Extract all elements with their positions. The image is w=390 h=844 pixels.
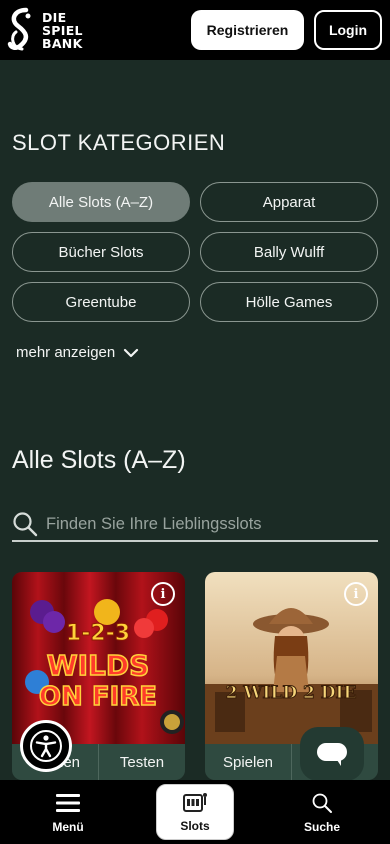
chat-icon [317,743,347,766]
show-more-label: mehr anzeigen [16,344,116,361]
demo-button[interactable]: Testen [98,744,185,780]
search-bar [12,508,378,542]
logo-line-1: DIE [42,9,67,25]
nav-slots[interactable]: Slots [156,784,234,840]
slot-machine-icon [183,793,207,812]
logo[interactable]: DIE SPIEL BANK [6,6,83,54]
category-title: SLOT KATEGORIEN [12,130,226,155]
bottom-nav: Menü Slots Suche [0,780,390,844]
game-title-art: 2 WILD 2 DIE [226,683,357,703]
logo-mark-icon [7,7,31,51]
chat-button[interactable] [300,727,364,781]
logo-line-2: SPIEL [42,22,83,38]
info-icon[interactable]: i [344,582,368,606]
logo-text: DIE SPIEL BANK [42,11,83,50]
svg-text:ON FIRE: ON FIRE [39,682,157,712]
category-pill-bally-wulff[interactable]: Bally Wulff [200,232,378,272]
nav-label: Slots [180,819,210,833]
svg-text:1-2-3: 1-2-3 [66,621,130,646]
nav-menu[interactable]: Menü [29,784,107,840]
svg-text:WILDS: WILDS [47,649,150,682]
slots-section-title: Alle Slots (A–Z) [12,446,186,474]
nav-label: Menü [52,820,84,834]
search-icon [312,793,332,813]
category-pill-buecher-slots[interactable]: Bücher Slots [12,232,190,272]
hamburger-icon [56,794,80,812]
category-pill-hoelle-games[interactable]: Hölle Games [200,282,378,322]
accessibility-button[interactable] [20,720,72,772]
category-pill-all-slots[interactable]: Alle Slots (A–Z) [12,182,190,222]
logo-line-3: BANK [42,35,83,51]
search-icon [13,512,38,537]
search-input[interactable] [46,509,378,539]
show-more-toggle[interactable]: mehr anzeigen [16,344,139,361]
category-pill-apparat[interactable]: Apparat [200,182,378,222]
accessibility-icon [30,730,62,762]
login-button[interactable]: Login [314,10,382,50]
info-icon[interactable]: i [151,582,175,606]
category-pill-greentube[interactable]: Greentube [12,282,190,322]
nav-label: Suche [303,820,340,834]
register-button[interactable]: Registrieren [191,10,304,50]
chevron-down-icon [124,348,139,357]
play-button[interactable]: Spielen [205,744,291,780]
nav-search[interactable]: Suche [283,784,361,840]
top-header: DIE SPIEL BANK Registrieren Login [0,0,390,60]
